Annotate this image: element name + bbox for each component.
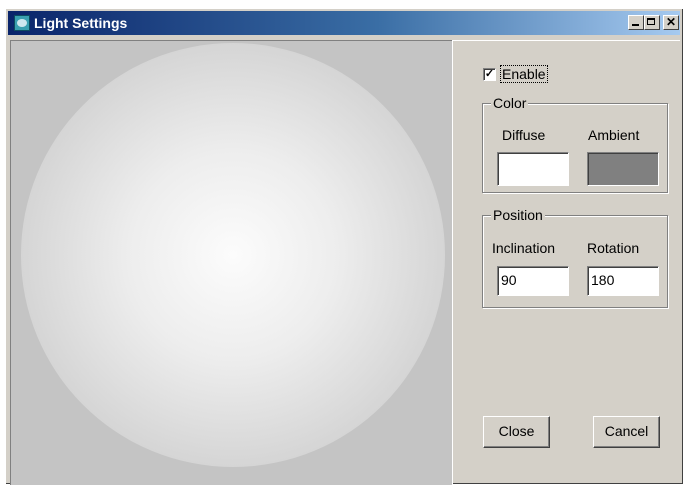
inclination-label: Inclination: [492, 240, 556, 256]
color-group-title: Color: [491, 95, 529, 111]
settings-panel: ✓ Enable Color Diffuse Ambient Position …: [452, 40, 680, 484]
enable-label[interactable]: Enable: [500, 65, 548, 83]
maximize-icon: [647, 18, 655, 25]
diffuse-color-swatch[interactable]: [497, 152, 569, 186]
minimize-icon: [632, 24, 639, 26]
close-button[interactable]: Close: [483, 416, 550, 448]
enable-checkbox[interactable]: ✓: [483, 68, 496, 81]
color-group: Color Diffuse Ambient: [482, 95, 668, 193]
title-bar[interactable]: Light Settings ✕: [8, 11, 680, 35]
light-preview[interactable]: [10, 40, 452, 485]
close-icon: ✕: [665, 15, 677, 29]
cancel-button[interactable]: Cancel: [593, 416, 660, 448]
rotation-input[interactable]: 180: [587, 266, 659, 296]
rotation-label: Rotation: [587, 240, 640, 256]
minimize-button[interactable]: [628, 15, 644, 30]
light-settings-window: Light Settings ✕ ✓ Enable Color Diffuse …: [5, 8, 683, 485]
window-title: Light Settings: [34, 15, 128, 31]
ambient-label: Ambient: [588, 127, 640, 143]
position-group-title: Position: [491, 207, 545, 223]
position-group: Position Inclination Rotation 90 180: [482, 207, 668, 308]
inclination-input[interactable]: 90: [497, 266, 569, 296]
app-icon: [14, 15, 30, 31]
maximize-button[interactable]: [644, 15, 660, 30]
preview-sphere: [21, 43, 445, 467]
diffuse-label: Diffuse: [502, 127, 546, 143]
close-window-button[interactable]: ✕: [663, 15, 679, 30]
ambient-color-swatch[interactable]: [587, 152, 659, 186]
